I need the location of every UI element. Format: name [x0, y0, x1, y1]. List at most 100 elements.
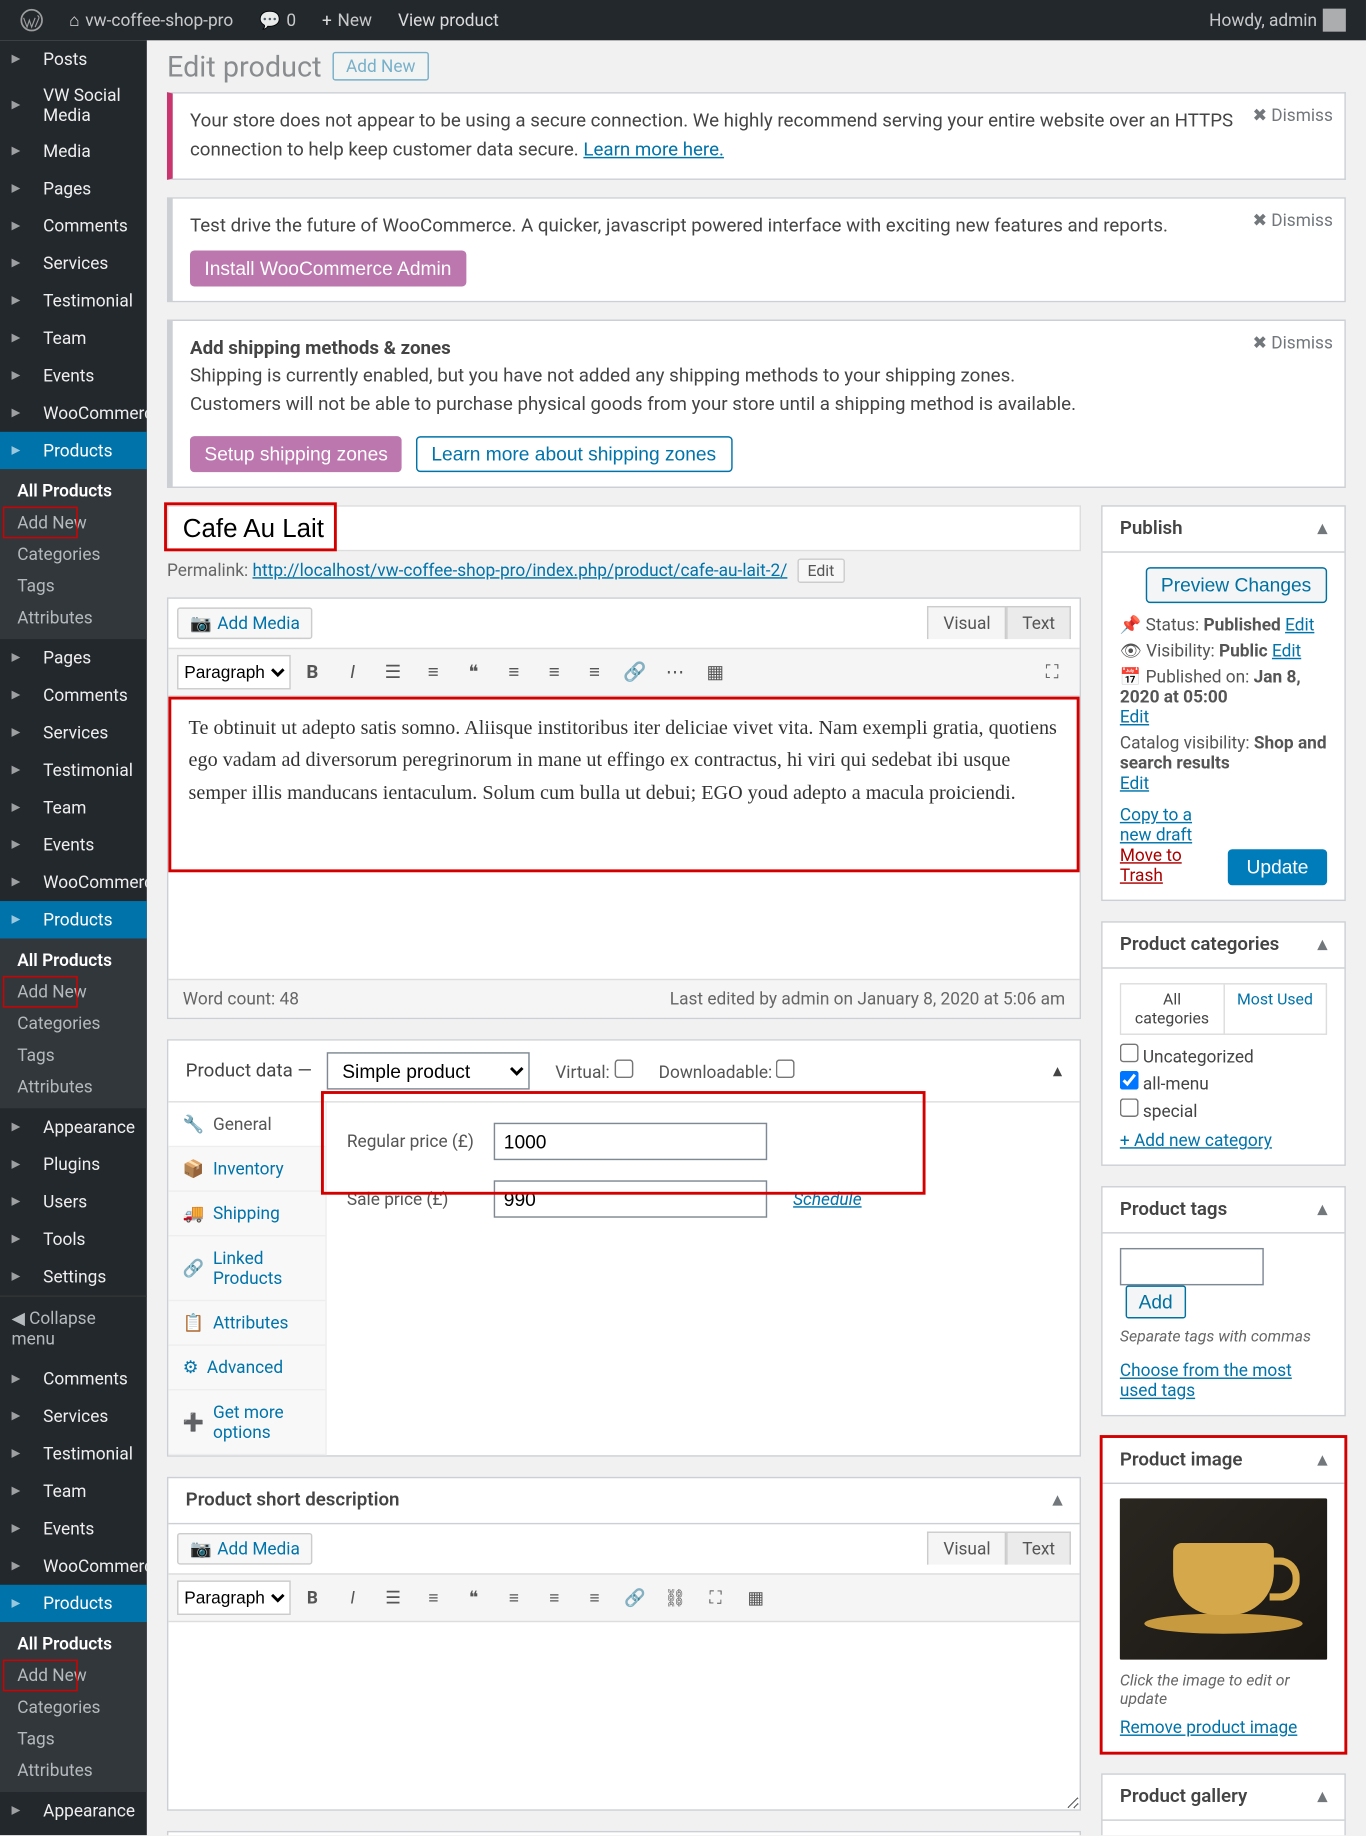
- sidebar-item-comments[interactable]: ▸Comments: [0, 677, 147, 714]
- shortdesc-text-tab[interactable]: Text: [1006, 1532, 1071, 1565]
- sidebar-sub-attributes[interactable]: Attributes: [0, 1755, 147, 1787]
- virtual-checkbox[interactable]: [614, 1059, 633, 1078]
- sidebar-item-plugins[interactable]: ▸Plugins: [0, 1146, 147, 1183]
- sidebar-sub-tags[interactable]: Tags: [0, 1039, 147, 1071]
- bold-icon[interactable]: B: [294, 655, 331, 690]
- wp-logo[interactable]: [12, 9, 52, 32]
- dismiss-ssl[interactable]: Dismiss: [1252, 105, 1332, 125]
- sidebar-item-appearance[interactable]: ▸Appearance: [0, 1108, 147, 1145]
- pdata-tab-get-more-options[interactable]: ➕Get more options: [168, 1390, 325, 1455]
- link-icon[interactable]: 🔗: [616, 655, 653, 690]
- sd-italic-icon[interactable]: I: [334, 1580, 371, 1615]
- sidebar-item-testimonial[interactable]: ▸Testimonial: [0, 751, 147, 788]
- sidebar-item-settings[interactable]: ▸Settings: [0, 1258, 147, 1295]
- toolbar-toggle-icon[interactable]: ▦: [697, 655, 734, 690]
- sd-ul-icon[interactable]: ☰: [374, 1580, 411, 1615]
- sidebar-item-testimonial[interactable]: ▸Testimonial: [0, 282, 147, 319]
- product-type-select[interactable]: Simple product: [326, 1052, 529, 1089]
- sd-ac-icon[interactable]: ≡: [535, 1580, 572, 1615]
- shortdesc-body[interactable]: [168, 1622, 1079, 1809]
- sd-unlink-icon[interactable]: ⛓: [656, 1580, 693, 1615]
- setup-shipping-button[interactable]: Setup shipping zones: [190, 436, 402, 472]
- visual-tab[interactable]: Visual: [927, 605, 1006, 638]
- allcats-tab[interactable]: All categories: [1121, 985, 1224, 1034]
- user-greeting[interactable]: Howdy, admin: [1201, 9, 1355, 32]
- permalink-edit[interactable]: Edit: [797, 558, 844, 582]
- sidebar-sub-tags[interactable]: Tags: [0, 570, 147, 602]
- sd-quote-icon[interactable]: ❝: [455, 1580, 492, 1615]
- sidebar-item-woocommerce[interactable]: ▸WooCommerce: [0, 1547, 147, 1584]
- sd-al-icon[interactable]: ≡: [495, 1580, 532, 1615]
- permalink-url[interactable]: http://localhost/vw-coffee-shop-pro/inde…: [253, 560, 788, 580]
- sidebar-sub-all-products[interactable]: All Products: [0, 944, 147, 976]
- sidebar-item-products[interactable]: ▸Products: [0, 901, 147, 938]
- sidebar-item-services[interactable]: ▸Services: [0, 714, 147, 751]
- sidebar-item-woocommerce[interactable]: ▸WooCommerce: [0, 864, 147, 901]
- vis-edit[interactable]: Edit: [1272, 641, 1301, 661]
- sidebar-sub-tags[interactable]: Tags: [0, 1723, 147, 1755]
- sd-bold-icon[interactable]: B: [294, 1580, 331, 1615]
- sd-link-icon[interactable]: 🔗: [616, 1580, 653, 1615]
- sidebar-item-woocommerce[interactable]: ▸WooCommerce: [0, 394, 147, 431]
- pdata-toggle[interactable]: ▴: [1053, 1060, 1062, 1082]
- new-link[interactable]: + New: [313, 10, 380, 30]
- sidebar-item-pages[interactable]: ▸Pages: [0, 170, 147, 207]
- add-tag-button[interactable]: Add: [1126, 1285, 1186, 1318]
- sidebar-item-appearance[interactable]: ▸Appearance: [0, 1792, 147, 1829]
- sidebar-item-team[interactable]: ▸Team: [0, 1473, 147, 1510]
- site-link[interactable]: ⌂ vw-coffee-shop-pro: [60, 10, 241, 30]
- mostused-tab[interactable]: Most Used: [1224, 985, 1325, 1034]
- sidebar-item-products[interactable]: ▸Products: [0, 432, 147, 469]
- sidebar-item-vw-social-media[interactable]: ▸VW Social Media: [0, 78, 147, 133]
- pdata-tab-shipping[interactable]: 🚚Shipping: [168, 1192, 325, 1237]
- cat-cb-special[interactable]: [1120, 1098, 1139, 1117]
- downloadable-checkbox[interactable]: [776, 1059, 795, 1078]
- fullscreen-icon[interactable]: ⛶: [1033, 655, 1070, 690]
- editor-body[interactable]: Te obtinuit ut adepto satis somno. Aliis…: [168, 697, 1079, 855]
- align-right-icon[interactable]: ≡: [576, 655, 613, 690]
- sidebar-sub-attributes[interactable]: Attributes: [0, 602, 147, 634]
- ul-icon[interactable]: ☰: [374, 655, 411, 690]
- remove-image-link[interactable]: Remove product image: [1120, 1717, 1327, 1737]
- add-category-link[interactable]: + Add new category: [1120, 1130, 1327, 1150]
- pub-edit[interactable]: Edit: [1120, 707, 1149, 727]
- quote-icon[interactable]: ❝: [455, 655, 492, 690]
- format-select[interactable]: Paragraph: [177, 655, 291, 690]
- sidebar-sub-add-new[interactable]: Add New: [0, 507, 147, 539]
- sidebar-item-media[interactable]: ▸Media: [0, 132, 147, 169]
- move-trash-link[interactable]: Move to Trash: [1120, 845, 1228, 885]
- add-media-button[interactable]: 📷 Add Media: [177, 607, 313, 639]
- publish-toggle[interactable]: ▴: [1318, 518, 1327, 540]
- sidebar-item-services[interactable]: ▸Services: [0, 245, 147, 282]
- regular-price-input[interactable]: [494, 1123, 767, 1160]
- dismiss-shipping[interactable]: Dismiss: [1252, 332, 1332, 352]
- sd-tt-icon[interactable]: ▦: [737, 1580, 774, 1615]
- ol-icon[interactable]: ≡: [415, 655, 452, 690]
- pimg-toggle[interactable]: ▴: [1318, 1449, 1327, 1471]
- sidebar-sub-categories[interactable]: Categories: [0, 1691, 147, 1723]
- cat-cb-Uncategorized[interactable]: [1120, 1044, 1139, 1063]
- copy-draft-link[interactable]: Copy to a new draft: [1120, 805, 1228, 845]
- sidebar-sub-add-new[interactable]: Add New: [0, 976, 147, 1008]
- shortdesc-toggle[interactable]: ▴: [1053, 1490, 1062, 1512]
- align-center-icon[interactable]: ≡: [535, 655, 572, 690]
- collapse-menu[interactable]: ◀ Collapse menu: [0, 1295, 147, 1360]
- update-button[interactable]: Update: [1228, 849, 1327, 885]
- pdata-tab-general[interactable]: 🔧General: [168, 1103, 325, 1148]
- sidebar-sub-all-products[interactable]: All Products: [0, 475, 147, 507]
- status-edit[interactable]: Edit: [1285, 615, 1314, 635]
- view-product-link[interactable]: View product: [389, 10, 507, 30]
- more-icon[interactable]: ⋯: [656, 655, 693, 690]
- sidebar-item-events[interactable]: ▸Events: [0, 826, 147, 863]
- align-left-icon[interactable]: ≡: [495, 655, 532, 690]
- sd-fs-icon[interactable]: ⛶: [697, 1580, 734, 1615]
- dismiss-wcadmin[interactable]: Dismiss: [1252, 210, 1332, 230]
- sd-ol-icon[interactable]: ≡: [415, 1580, 452, 1615]
- sidebar-item-posts[interactable]: ▸Posts: [0, 40, 147, 77]
- sidebar-item-comments[interactable]: ▸Comments: [0, 1360, 147, 1397]
- install-wcadmin-button[interactable]: Install WooCommerce Admin: [190, 250, 466, 286]
- sidebar-item-testimonial[interactable]: ▸Testimonial: [0, 1435, 147, 1472]
- shortdesc-add-media[interactable]: 📷 Add Media: [177, 1533, 313, 1565]
- choose-tags-link[interactable]: Choose from the most used tags: [1120, 1360, 1327, 1400]
- product-title-input[interactable]: [167, 505, 1081, 551]
